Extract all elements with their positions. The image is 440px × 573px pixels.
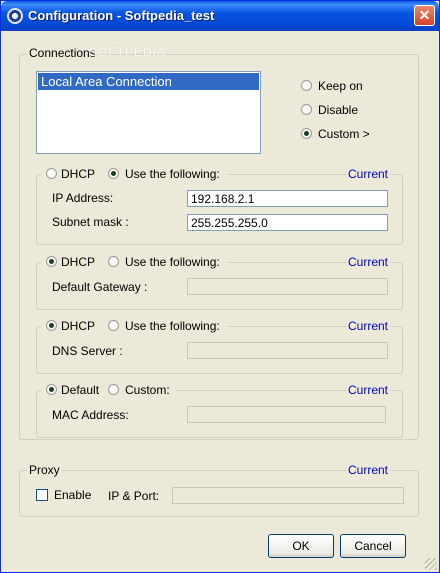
gateway-dhcp-radio[interactable]	[46, 256, 57, 267]
softpedia-watermark: SOFTPEDIA	[89, 45, 167, 59]
custom-radio[interactable]	[301, 128, 312, 139]
keep-on-label: Keep on	[318, 79, 363, 93]
gateway-current-link[interactable]: Current	[346, 255, 391, 269]
subnet-mask-label: Subnet mask :	[52, 215, 129, 229]
connections-label: Connections	[27, 46, 98, 60]
gateway-static-label: Use the following:	[125, 255, 220, 269]
ip-options: DHCP Use the following:	[42, 167, 228, 181]
keep-on-radio[interactable]	[301, 80, 312, 91]
mac-default-label: Default	[61, 383, 100, 397]
mac-custom-label: Custom:	[125, 383, 170, 397]
app-icon	[7, 8, 23, 24]
window-title: Configuration - Softpedia_test	[28, 8, 215, 23]
mac-default-radio[interactable]	[46, 384, 57, 395]
default-gateway-label: Default Gateway :	[52, 280, 148, 294]
proxy-label: Proxy	[27, 463, 62, 477]
dns-options: DHCP Use the following:	[42, 319, 228, 333]
dns-dhcp-radio[interactable]	[46, 320, 57, 331]
ip-dhcp-label: DHCP	[61, 167, 96, 181]
ip-address-label: IP Address:	[52, 191, 114, 205]
gateway-dhcp-label: DHCP	[61, 255, 96, 269]
dns-current-link[interactable]: Current	[346, 319, 391, 333]
dns-server-label: DNS Server :	[52, 344, 123, 358]
ok-button[interactable]: OK	[268, 534, 334, 558]
proxy-ipport-field[interactable]	[172, 487, 404, 504]
ip-dhcp-radio[interactable]	[46, 168, 57, 179]
dns-server-field[interactable]	[187, 342, 388, 359]
mac-address-field[interactable]	[187, 406, 386, 423]
dns-static-radio[interactable]	[108, 320, 119, 331]
ip-static-label: Use the following:	[125, 167, 220, 181]
mac-address-label: MAC Address:	[52, 408, 129, 422]
mac-current-link[interactable]: Current	[346, 383, 391, 397]
close-button[interactable]: ✕	[414, 5, 435, 26]
subnet-mask-field[interactable]	[187, 214, 388, 231]
configuration-window: Configuration - Softpedia_test ✕ Connect…	[0, 0, 440, 573]
gateway-static-radio[interactable]	[108, 256, 119, 267]
close-icon: ✕	[418, 7, 431, 23]
ip-static-radio[interactable]	[108, 168, 119, 179]
gateway-options: DHCP Use the following:	[42, 255, 228, 269]
cancel-button[interactable]: Cancel	[340, 534, 406, 558]
dns-dhcp-label: DHCP	[61, 319, 96, 333]
title-bar[interactable]: Configuration - Softpedia_test ✕	[1, 1, 439, 31]
proxy-ipport-label: IP & Port:	[108, 489, 160, 503]
proxy-enable-label: Enable	[54, 488, 92, 502]
proxy-enable-checkbox[interactable]	[36, 489, 48, 501]
list-item[interactable]: Local Area Connection	[38, 73, 259, 90]
mac-custom-radio[interactable]	[108, 384, 119, 395]
default-gateway-field[interactable]	[187, 278, 388, 295]
disable-label: Disable	[318, 103, 359, 117]
custom-label: Custom >	[318, 127, 370, 141]
dns-static-label: Use the following:	[125, 319, 220, 333]
ip-current-link[interactable]: Current	[346, 167, 391, 181]
connection-list[interactable]: Local Area Connection	[36, 71, 261, 154]
resize-grip[interactable]	[425, 558, 437, 570]
disable-radio[interactable]	[301, 104, 312, 115]
mac-options: Default Custom:	[42, 383, 176, 397]
ip-group	[36, 174, 403, 245]
proxy-current-link[interactable]: Current	[346, 463, 391, 477]
ip-address-field[interactable]	[187, 190, 388, 207]
